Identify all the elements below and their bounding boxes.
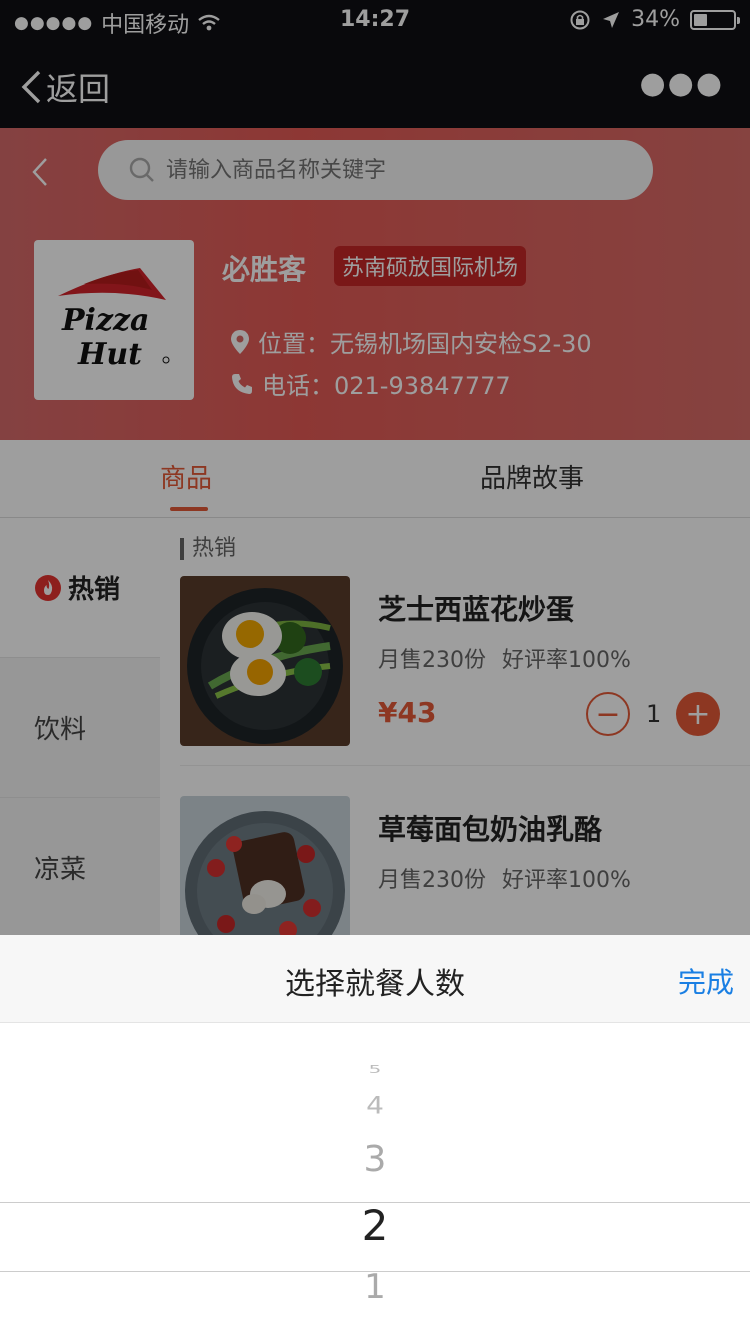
- picker-option[interactable]: 5: [0, 1062, 750, 1075]
- diner-count-picker: 选择就餐人数 完成 5 4 3 2 1: [0, 935, 750, 1334]
- picker-wheel[interactable]: 5 4 3 2 1: [0, 1023, 750, 1334]
- modal-backdrop[interactable]: [0, 0, 750, 935]
- picker-title: 选择就餐人数: [285, 967, 465, 1002]
- picker-option-selected[interactable]: 2: [0, 1201, 750, 1250]
- picker-option[interactable]: 1: [0, 1267, 750, 1307]
- picker-toolbar: 选择就餐人数 完成: [0, 935, 750, 1023]
- picker-option[interactable]: 3: [0, 1139, 750, 1180]
- done-button[interactable]: 完成: [678, 961, 734, 1001]
- picker-option[interactable]: 4: [0, 1091, 750, 1119]
